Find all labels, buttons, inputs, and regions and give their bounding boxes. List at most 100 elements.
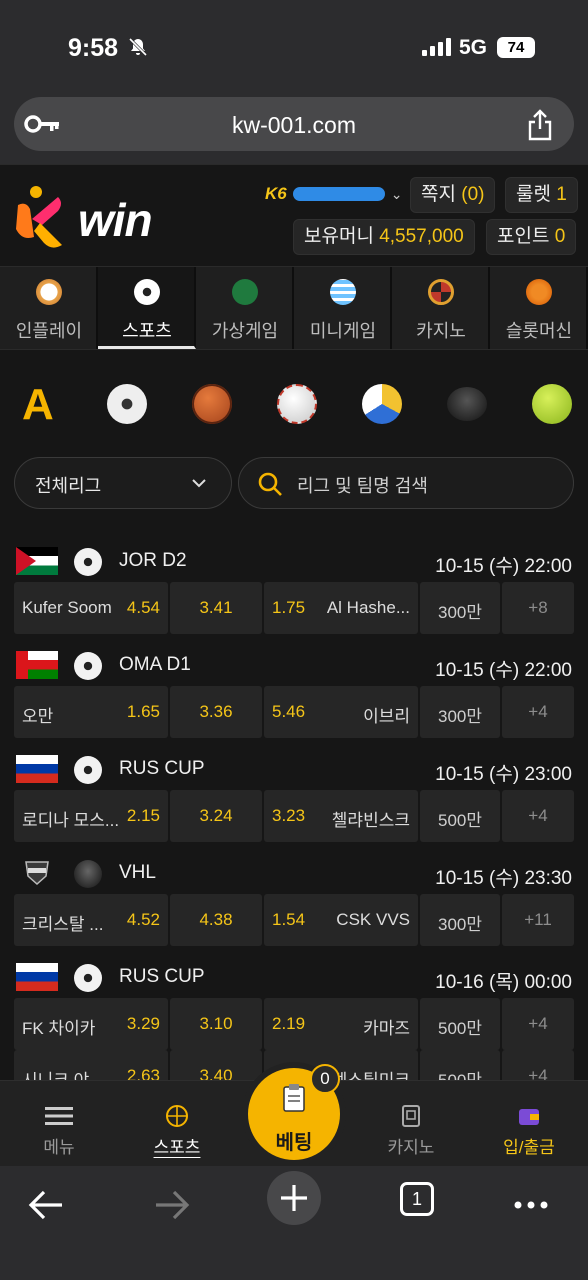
more-markets-button[interactable]: +4 <box>502 686 574 738</box>
bell-muted-icon <box>128 37 148 63</box>
messages-label: 쪽지 <box>421 184 456 205</box>
nav-menu-label: 메뉴 <box>43 1138 75 1157</box>
tab-slots[interactable]: 슬롯머신 <box>490 267 588 349</box>
nav-menu[interactable]: 메뉴 <box>0 1081 118 1167</box>
kwin-logo[interactable]: win <box>12 179 182 253</box>
odds-row: 크리스탈 ... 4.52 4.38 1.54 CSK VVS 300만 +11 <box>0 894 588 946</box>
wallet-icon <box>519 1109 539 1125</box>
nav-casino[interactable]: 카지노 <box>352 1081 470 1167</box>
tab-label: 슬롯머신 <box>505 321 573 341</box>
volleyball-icon[interactable] <box>362 384 402 424</box>
home-odd-button[interactable]: Kufer Soom 4.54 <box>14 582 168 634</box>
nav-sports-label: 스포츠 <box>153 1138 201 1157</box>
url-bar[interactable]: kw-001.com <box>14 97 574 151</box>
forward-arrow-icon[interactable] <box>146 1180 196 1230</box>
k-logo-icon <box>16 186 62 248</box>
tab-sports[interactable]: 스포츠 <box>98 267 196 349</box>
home-odd-button[interactable]: 오만 1.65 <box>14 686 168 738</box>
user-menu[interactable]: K6 ⌄ <box>265 183 402 205</box>
nav-deposit-withdraw[interactable]: 입/출금 <box>470 1081 588 1167</box>
away-odd-button[interactable]: 1.75 Al Hashe... <box>264 582 418 634</box>
bet-limit: 300만 <box>420 582 500 634</box>
basketball-icon <box>166 1105 188 1127</box>
bet-limit-value: 300만 <box>437 707 482 726</box>
messages-button[interactable]: 쪽지 (0) <box>410 177 496 213</box>
browser-url-area: kw-001.com <box>0 92 588 164</box>
soccer-ball-icon <box>74 652 102 680</box>
network-type: 5G <box>459 36 488 59</box>
tab-count-button[interactable]: 1 <box>400 1182 434 1216</box>
bet-count-badge: 0 <box>310 1064 340 1094</box>
nav-sports[interactable]: 스포츠 <box>118 1081 236 1167</box>
more-markets-button[interactable]: +11 <box>502 894 574 946</box>
draw-odd-button[interactable]: 3.24 <box>170 790 262 842</box>
draw-odd-button[interactable]: 3.36 <box>170 686 262 738</box>
home-odd-button[interactable]: 시니크 야 2.63 <box>14 1050 168 1080</box>
vhl-league-logo-icon <box>16 859 58 887</box>
baseball-icon[interactable] <box>277 384 317 424</box>
soccer-icon[interactable] <box>107 384 147 424</box>
tab-inplay[interactable]: 인플레이 <box>0 267 98 349</box>
tab-minigame[interactable]: 미니게임 <box>294 267 392 349</box>
home-odd: 4.54 <box>126 598 160 617</box>
search-input[interactable]: 리그 및 팀명 검색 <box>238 457 574 509</box>
away-odd-button[interactable]: 1.54 CSK VVS <box>264 894 418 946</box>
draw-odd-button[interactable]: 3.41 <box>170 582 262 634</box>
bet-limit-value: 300만 <box>437 603 482 622</box>
roulette-icon <box>428 279 454 305</box>
draw-odd: 3.24 <box>199 806 233 825</box>
roulette-count: 1 <box>556 184 567 205</box>
away-team: 첼랴빈스크 <box>331 811 410 830</box>
all-sports-button[interactable]: A <box>22 380 66 429</box>
league-dropdown-value: 전체리그 <box>35 476 102 496</box>
league-name: RUS CUP <box>119 758 205 779</box>
crown-icon <box>526 279 552 305</box>
brand-name: win <box>78 194 153 246</box>
more-markets-count: +4 <box>528 806 548 825</box>
more-markets-button[interactable]: +8 <box>502 582 574 634</box>
hockey-puck-icon[interactable] <box>447 387 487 421</box>
tab-label: 스포츠 <box>122 321 172 341</box>
hamburger-menu-icon <box>45 1107 73 1125</box>
url-text[interactable]: kw-001.com <box>14 112 574 139</box>
points-value: 0 <box>554 226 566 247</box>
league-dropdown[interactable]: 전체리그 <box>14 457 232 509</box>
tennis-ball-icon[interactable] <box>532 384 572 424</box>
back-arrow-icon[interactable] <box>22 1180 72 1230</box>
away-odd: 3.23 <box>272 806 306 825</box>
bet-limit: 500만 <box>420 1050 500 1080</box>
match-row: RUS CUP 10-15 (수) 23:00 로디나 모스... 2.15 3.… <box>0 738 588 842</box>
betting-label: 베팅 <box>275 1132 313 1154</box>
points-display[interactable]: 포인트 0 <box>486 219 577 255</box>
odds-row: 로디나 모스... 2.15 3.24 3.23 첼랴빈스크 500만 +4 <box>0 790 588 842</box>
user-level: K6 <box>265 184 287 203</box>
draw-odd-button[interactable]: 4.38 <box>170 894 262 946</box>
search-icon <box>258 472 282 496</box>
battery-icon: 74 <box>497 37 535 58</box>
more-options-icon[interactable] <box>506 1180 556 1230</box>
soccer-ball-icon <box>74 548 102 576</box>
home-odd-button[interactable]: 로디나 모스... 2.15 <box>14 790 168 842</box>
home-team: 로디나 모스... <box>22 811 120 830</box>
away-odd-button[interactable]: 3.23 첼랴빈스크 <box>264 790 418 842</box>
tab-virtual[interactable]: 가상게임 <box>196 267 294 349</box>
hockey-puck-icon <box>74 860 102 888</box>
messages-count: (0) <box>461 184 485 205</box>
tab-casino[interactable]: 카지노 <box>392 267 490 349</box>
away-odd-button[interactable]: 5.46 이브리 <box>264 686 418 738</box>
home-odd-button[interactable]: 크리스탈 ... 4.52 <box>14 894 168 946</box>
roulette-button[interactable]: 룰렛 1 <box>505 177 578 213</box>
draw-odd-button[interactable]: 3.40 <box>170 1050 262 1080</box>
chevron-down-icon[interactable]: ⌄ <box>391 186 403 203</box>
share-icon[interactable] <box>526 109 554 141</box>
new-tab-button[interactable] <box>267 1171 321 1225</box>
home-odd: 2.15 <box>126 806 160 825</box>
bet-limit-value: 300만 <box>437 915 482 934</box>
odds-row: Kufer Soom 4.54 3.41 1.75 Al Hashe... 300만… <box>0 582 588 634</box>
home-team: 크리스탈 ... <box>22 915 104 934</box>
basketball-icon[interactable] <box>192 384 232 424</box>
betting-slip-button[interactable]: 베팅 0 <box>248 1064 340 1160</box>
more-markets-button[interactable]: +4 <box>502 1050 574 1080</box>
odds-row: 오만 1.65 3.36 5.46 이브리 300만 +4 <box>0 686 588 738</box>
more-markets-button[interactable]: +4 <box>502 790 574 842</box>
